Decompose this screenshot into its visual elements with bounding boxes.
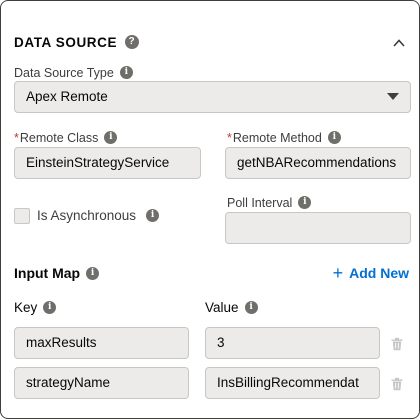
input-map-title-text: Input Map xyxy=(14,265,81,281)
data-source-type-value: Apex Remote xyxy=(26,89,108,104)
input-map-value-input[interactable]: InsBillingRecommendat xyxy=(205,367,380,399)
remote-method-input[interactable]: getNBARecommendations xyxy=(225,147,411,179)
trash-icon[interactable] xyxy=(390,337,404,351)
remote-method-label-text: Remote Method xyxy=(232,131,322,145)
input-map-key-input[interactable]: maxResults xyxy=(14,327,189,359)
info-icon: i xyxy=(86,266,100,280)
add-new-button[interactable]: + Add New xyxy=(333,263,409,283)
key-header: Key i xyxy=(14,300,57,316)
is-asynchronous-label: Is Asynchronous i xyxy=(37,208,160,224)
is-asynchronous-label-text: Is Asynchronous xyxy=(37,208,137,223)
info-icon: i xyxy=(119,66,133,80)
remote-class-label-text: Remote Class xyxy=(19,131,99,145)
add-new-label: Add New xyxy=(349,265,409,281)
section-header[interactable]: DATA SOURCE ? xyxy=(14,33,409,53)
input-map-title: Input Map i xyxy=(14,263,100,283)
poll-interval-label-text: Poll Interval xyxy=(227,196,293,210)
poll-interval-input[interactable] xyxy=(225,212,411,244)
value-header: Value i xyxy=(205,300,258,316)
info-icon: i xyxy=(43,300,57,314)
data-source-type-label: Data Source Type i xyxy=(14,65,133,81)
required-mark: * xyxy=(14,131,19,145)
remote-method-value: getNBARecommendations xyxy=(237,155,397,170)
input-map-key-value: maxResults xyxy=(26,335,97,350)
input-map-key-value: strategyName xyxy=(26,375,111,390)
info-icon: i xyxy=(146,208,160,222)
key-header-text: Key xyxy=(14,300,38,315)
data-source-type-label-text: Data Source Type xyxy=(14,66,114,80)
remote-class-label: *Remote Class i xyxy=(14,130,118,146)
help-icon[interactable]: ? xyxy=(124,34,139,49)
info-icon: i xyxy=(298,196,312,210)
value-header-text: Value xyxy=(205,300,239,315)
data-source-type-select[interactable]: Apex Remote xyxy=(14,81,411,113)
info-icon: i xyxy=(104,131,118,145)
down-arrow-icon xyxy=(387,93,399,100)
remote-method-label: *Remote Method i xyxy=(227,130,341,146)
input-map-value-input[interactable]: 3 xyxy=(205,327,380,359)
plus-icon: + xyxy=(332,263,344,283)
data-source-panel: DATA SOURCE ? Data Source Type i Apex Rem… xyxy=(0,0,420,419)
input-map-value-value: 3 xyxy=(217,335,225,350)
trash-icon[interactable] xyxy=(390,377,404,391)
required-mark: * xyxy=(227,131,232,145)
input-map-value-value: InsBillingRecommendat xyxy=(217,375,359,390)
remote-class-value: EinsteinStrategyService xyxy=(26,155,170,170)
input-map-key-input[interactable]: strategyName xyxy=(14,367,189,399)
remote-class-input[interactable]: EinsteinStrategyService xyxy=(14,147,201,179)
is-asynchronous-checkbox[interactable] xyxy=(14,208,30,224)
info-icon: i xyxy=(327,131,341,145)
poll-interval-label: Poll Interval i xyxy=(227,195,312,211)
section-title: DATA SOURCE xyxy=(14,35,118,50)
chevron-up-icon[interactable] xyxy=(391,35,407,51)
info-icon: i xyxy=(244,300,258,314)
